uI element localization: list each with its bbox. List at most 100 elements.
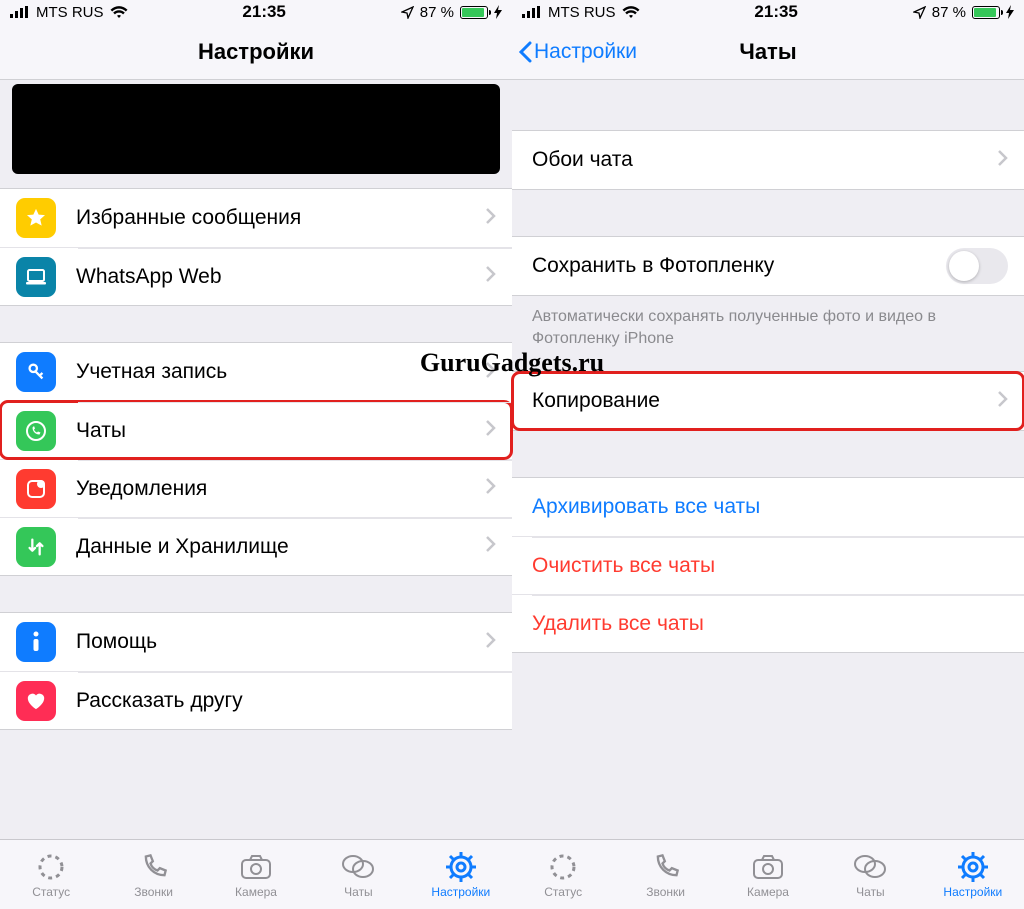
signal-icon (522, 6, 542, 18)
settings-group-1: Избранные сообщения WhatsApp Web (0, 188, 512, 306)
camera-icon (240, 851, 272, 883)
chevron-right-icon (486, 478, 496, 499)
row-label: Обои чата (532, 148, 998, 172)
battery-pct-label: 87 % (932, 4, 966, 21)
row-label: Копирование (532, 389, 998, 413)
row-chats[interactable]: Чаты (0, 401, 512, 459)
row-data-storage[interactable]: Данные и Хранилище (0, 517, 512, 575)
row-notifications[interactable]: Уведомления (0, 459, 512, 517)
tab-calls[interactable]: Звонки (614, 840, 716, 909)
chevron-right-icon (486, 266, 496, 287)
group-wallpaper: Обои чата (512, 130, 1024, 190)
save-camera-roll-note: Автоматически сохранять полученные фото … (512, 296, 1024, 353)
row-label: Уведомления (76, 477, 486, 501)
battery-icon (460, 6, 488, 19)
carrier-label: MTS RUS (36, 4, 104, 21)
nav-title: Настройки (198, 39, 314, 65)
row-label: Удалить все чаты (532, 612, 1008, 636)
row-whatsapp-web[interactable]: WhatsApp Web (0, 247, 512, 305)
charging-icon (1006, 5, 1014, 19)
row-account[interactable]: Учетная запись (0, 343, 512, 401)
chats-icon (341, 851, 375, 883)
tab-label: Настройки (431, 885, 490, 899)
phone-icon (652, 851, 680, 883)
battery-icon (972, 6, 1000, 19)
row-save-camera-roll[interactable]: Сохранить в Фотопленку (512, 237, 1024, 295)
notification-badge-icon (16, 469, 56, 509)
tab-bar: Статус Звонки Камера Чаты Настройки (512, 839, 1024, 909)
row-help[interactable]: Помощь (0, 613, 512, 671)
row-label: Данные и Хранилище (76, 535, 486, 559)
heart-icon (16, 681, 56, 721)
tab-calls[interactable]: Звонки (102, 840, 204, 909)
star-icon (16, 198, 56, 238)
status-bar: MTS RUS 21:35 87 % (512, 0, 1024, 24)
battery-pct-label: 87 % (420, 4, 454, 21)
info-icon (16, 622, 56, 662)
row-delete-all[interactable]: Удалить все чаты (512, 594, 1024, 652)
whatsapp-icon (16, 411, 56, 451)
row-tell-friend[interactable]: Рассказать другу (0, 671, 512, 729)
settings-group-3: Помощь Рассказать другу (0, 612, 512, 730)
row-label: Учетная запись (76, 360, 486, 384)
tab-label: Статус (544, 885, 582, 899)
chevron-right-icon (486, 362, 496, 383)
signal-icon (10, 6, 30, 18)
chevron-right-icon (486, 208, 496, 229)
row-label: Архивировать все чаты (532, 495, 1008, 519)
phone-icon (140, 851, 168, 883)
tab-settings[interactable]: Настройки (410, 840, 512, 909)
row-starred-messages[interactable]: Избранные сообщения (0, 189, 512, 247)
clock-label: 21:35 (242, 2, 285, 22)
chevron-right-icon (998, 391, 1008, 412)
tab-label: Камера (235, 885, 277, 899)
back-button[interactable]: Настройки (518, 24, 637, 79)
tab-camera[interactable]: Камера (205, 840, 307, 909)
tab-camera[interactable]: Камера (717, 840, 819, 909)
toggle-save-camera-roll[interactable] (946, 248, 1008, 284)
tab-label: Настройки (943, 885, 1002, 899)
tab-label: Чаты (856, 885, 885, 899)
phone-right: MTS RUS 21:35 87 % Настройки Чаты (512, 0, 1024, 909)
row-label: Помощь (76, 630, 486, 654)
wifi-icon (110, 6, 128, 19)
tab-bar: Статус Звонки Камера Чаты Настройки (0, 839, 512, 909)
data-transfer-icon (16, 527, 56, 567)
chats-icon (853, 851, 887, 883)
status-bar: MTS RUS 21:35 87 % (0, 0, 512, 24)
group-backup: Копирование (512, 371, 1024, 431)
key-icon (16, 352, 56, 392)
tab-label: Звонки (134, 885, 173, 899)
phone-left: MTS RUS 21:35 87 % Настройки (0, 0, 512, 909)
carrier-label: MTS RUS (548, 4, 616, 21)
back-label: Настройки (534, 40, 637, 64)
camera-icon (752, 851, 784, 883)
gear-icon (958, 851, 988, 883)
tab-status[interactable]: Статус (512, 840, 614, 909)
location-icon (913, 6, 926, 19)
tab-status[interactable]: Статус (0, 840, 102, 909)
row-chat-backup[interactable]: Копирование (512, 372, 1024, 430)
tab-chats[interactable]: Чаты (819, 840, 921, 909)
chevron-left-icon (521, 43, 530, 61)
row-chat-wallpaper[interactable]: Обои чата (512, 131, 1024, 189)
settings-group-2: Учетная запись Чаты Уведомления (0, 342, 512, 576)
gear-icon (446, 851, 476, 883)
row-label: Чаты (76, 419, 486, 443)
profile-card[interactable] (12, 84, 500, 174)
nav-header: Настройки (0, 24, 512, 80)
row-clear-all[interactable]: Очистить все чаты (512, 536, 1024, 594)
nav-header: Настройки Чаты (512, 24, 1024, 80)
status-ring-icon (36, 851, 66, 883)
laptop-icon (16, 257, 56, 297)
tab-chats[interactable]: Чаты (307, 840, 409, 909)
row-label: Избранные сообщения (76, 206, 486, 230)
wifi-icon (622, 6, 640, 19)
status-ring-icon (548, 851, 578, 883)
chevron-right-icon (998, 150, 1008, 171)
row-label: Очистить все чаты (532, 554, 1008, 578)
tab-label: Статус (32, 885, 70, 899)
row-archive-all[interactable]: Архивировать все чаты (512, 478, 1024, 536)
tab-settings[interactable]: Настройки (922, 840, 1024, 909)
tab-label: Чаты (344, 885, 373, 899)
